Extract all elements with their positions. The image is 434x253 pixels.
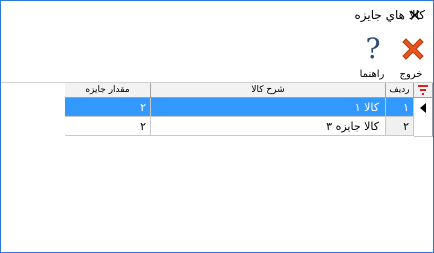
exit-button[interactable]: خروج xyxy=(394,33,428,81)
help-button[interactable]: ? راهنما xyxy=(354,33,390,81)
prizes-grid: مقدار جايزه شرح كالا رديف ٢ كالا ١ ١ ٢ ك… xyxy=(65,83,433,139)
row-1-selector[interactable] xyxy=(414,98,433,118)
exit-label: خروج xyxy=(399,69,423,80)
table-row-1-description[interactable]: كالا ١ xyxy=(151,98,386,117)
window: كالا هاي جايزه ✕ خروج ? راهنما مقدار جاي… xyxy=(0,0,434,253)
help-label: راهنما xyxy=(359,69,385,80)
table-row-2-description[interactable]: كالا جايزه ٣ xyxy=(151,117,386,136)
table-row-1-number[interactable]: ١ xyxy=(386,98,414,117)
column-header-row[interactable]: رديف xyxy=(386,83,414,98)
table-row-1-quantity[interactable]: ٢ xyxy=(65,98,151,117)
filter-icon xyxy=(418,85,428,95)
title-bar: كالا هاي جايزه ✕ xyxy=(1,1,433,31)
column-header-description[interactable]: شرح كالا xyxy=(151,83,386,98)
question-mark-icon: ? xyxy=(365,32,381,65)
row-2-selector[interactable] xyxy=(414,117,433,137)
close-x-icon xyxy=(402,38,424,60)
close-window-button[interactable]: ✕ xyxy=(405,6,425,26)
toolbar: خروج ? راهنما xyxy=(1,31,433,83)
table-row-2-quantity[interactable]: ٢ xyxy=(65,117,151,136)
filter-button[interactable] xyxy=(414,83,433,98)
table-row-2-number[interactable]: ٢ xyxy=(386,117,414,136)
row-pointer-icon xyxy=(420,103,426,113)
column-header-quantity[interactable]: مقدار جايزه xyxy=(65,83,151,98)
